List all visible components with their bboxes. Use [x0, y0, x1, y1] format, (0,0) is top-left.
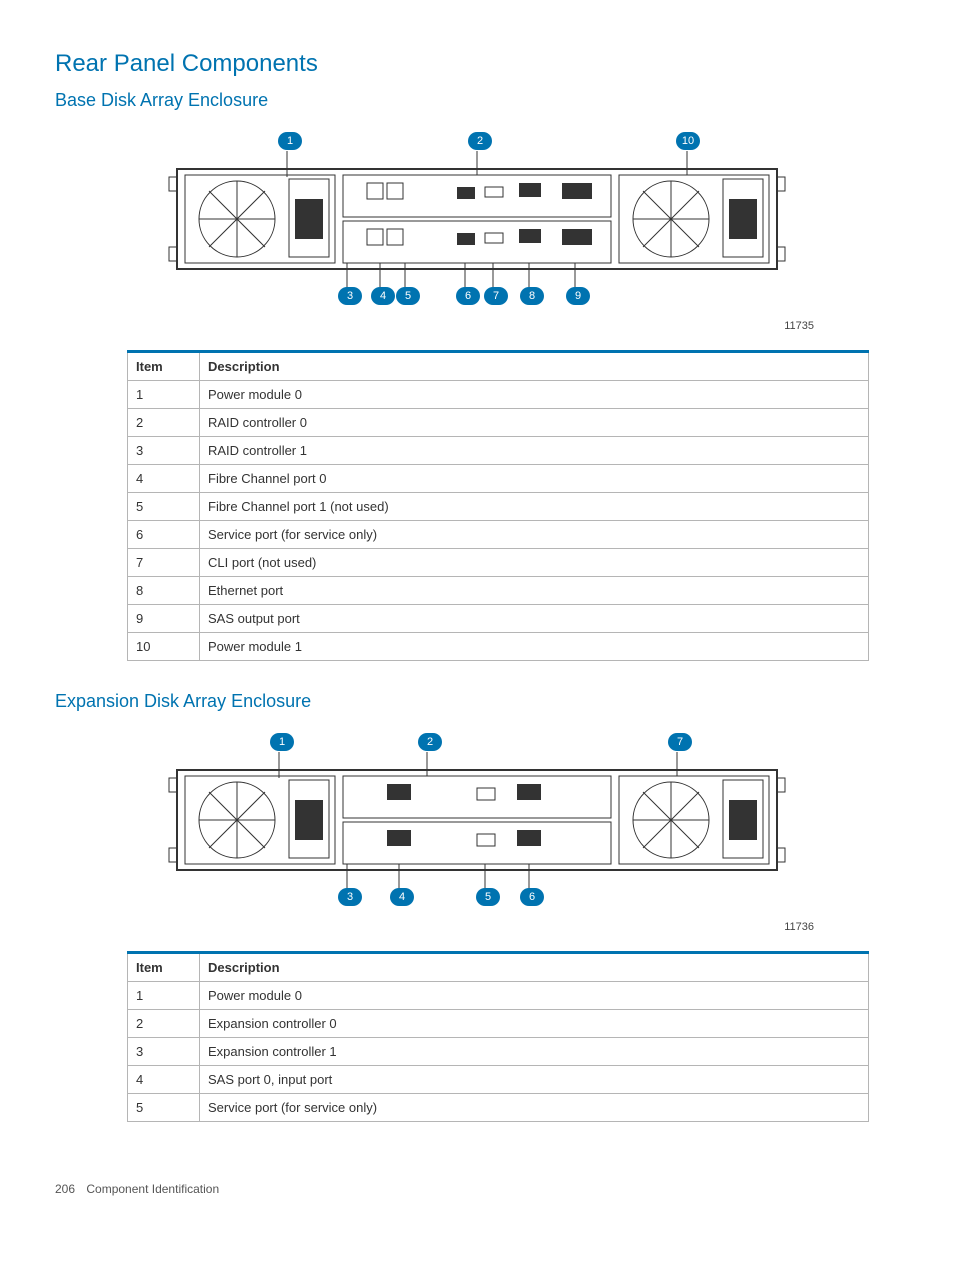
table-row: 6Service port (for service only): [128, 521, 869, 549]
callout-fig2-6: 6: [520, 888, 544, 906]
table-row: 4SAS port 0, input port: [128, 1066, 869, 1094]
callout-fig1-4: 4: [371, 287, 395, 305]
table-header-desc: Description: [200, 352, 869, 381]
section-title: Rear Panel Components: [55, 50, 899, 78]
table-expansion-enclosure: Item Description 1Power module 0 2Expans…: [127, 951, 869, 1122]
table-row: 1Power module 0: [128, 982, 869, 1010]
callout-fig1-6: 6: [456, 287, 480, 305]
table-row: 5Service port (for service only): [128, 1094, 869, 1122]
table-header-desc: Description: [200, 953, 869, 982]
callout-fig2-4: 4: [390, 888, 414, 906]
figure-id-2: 11736: [55, 921, 814, 933]
figure-base-enclosure: 1 2 10 3 4 5 6 7 8 9: [55, 129, 899, 314]
callout-fig2-1: 1: [270, 733, 294, 751]
page-number: 206: [55, 1182, 75, 1196]
table-base-enclosure: Item Description 1Power module 0 2RAID c…: [127, 350, 869, 661]
callout-fig2-2: 2: [418, 733, 442, 751]
callout-fig2-3: 3: [338, 888, 362, 906]
table-row: 9SAS output port: [128, 605, 869, 633]
subsection-title-expansion: Expansion Disk Array Enclosure: [55, 691, 899, 712]
callout-fig1-8: 8: [520, 287, 544, 305]
table-header-item: Item: [128, 953, 200, 982]
callout-fig1-10: 10: [676, 132, 700, 150]
table-row: 4Fibre Channel port 0: [128, 465, 869, 493]
figure-expansion-enclosure: 1 2 7 3 4 5 6: [55, 730, 899, 915]
callout-fig1-7: 7: [484, 287, 508, 305]
callout-fig1-1: 1: [278, 132, 302, 150]
table-row: 3RAID controller 1: [128, 437, 869, 465]
callout-fig1-2: 2: [468, 132, 492, 150]
table-row: 3Expansion controller 1: [128, 1038, 869, 1066]
callout-fig2-7: 7: [668, 733, 692, 751]
subsection-title-base: Base Disk Array Enclosure: [55, 90, 899, 111]
callout-fig1-9: 9: [566, 287, 590, 305]
callout-fig2-5: 5: [476, 888, 500, 906]
callout-fig1-5: 5: [396, 287, 420, 305]
table-row: 2RAID controller 0: [128, 409, 869, 437]
figure-id-1: 11735: [55, 320, 814, 332]
footer-title: Component Identification: [86, 1182, 219, 1196]
callout-fig1-3: 3: [338, 287, 362, 305]
table-row: 1Power module 0: [128, 381, 869, 409]
table-row: 7CLI port (not used): [128, 549, 869, 577]
table-row: 8Ethernet port: [128, 577, 869, 605]
table-header-item: Item: [128, 352, 200, 381]
table-row: 10Power module 1: [128, 633, 869, 661]
table-row: 2Expansion controller 0: [128, 1010, 869, 1038]
page-footer: 206 Component Identification: [55, 1182, 899, 1196]
table-row: 5Fibre Channel port 1 (not used): [128, 493, 869, 521]
